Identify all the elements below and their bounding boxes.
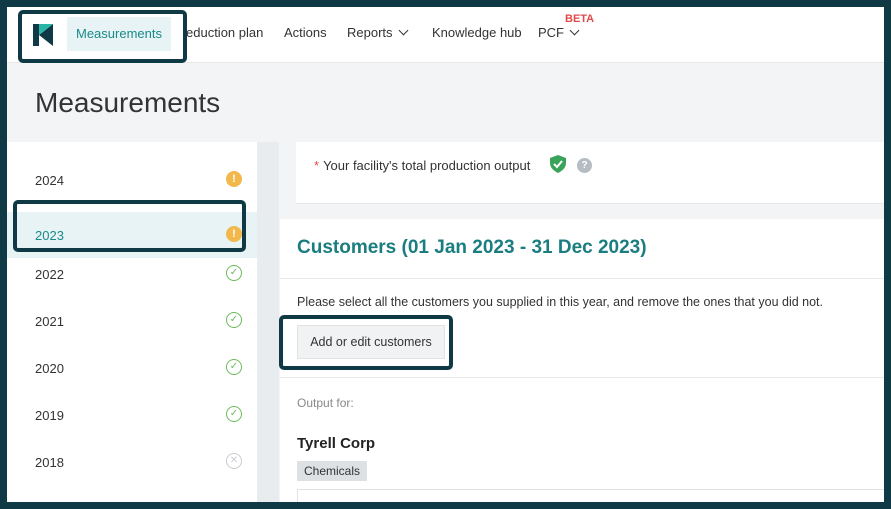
output-for-label: Output for:: [297, 396, 354, 410]
sidebar-item-2018[interactable]: 2018 ✕: [7, 439, 257, 485]
chevron-down-icon: [398, 25, 408, 36]
year-label: 2024: [35, 173, 64, 188]
check-circle-icon: ✓: [226, 265, 242, 281]
nav-actions[interactable]: Actions: [284, 25, 327, 40]
nav-knowledge-hub[interactable]: Knowledge hub: [432, 25, 522, 40]
year-label: 2019: [35, 408, 64, 423]
divider: [280, 377, 884, 378]
divider: [280, 278, 884, 279]
production-output-label[interactable]: * Your facility's total production output: [314, 158, 530, 173]
year-label: 2018: [35, 455, 64, 470]
production-output-text: Your facility's total production output: [323, 158, 531, 173]
customers-instruction: Please select all the customers you supp…: [297, 295, 824, 309]
nav-pcf-label: PCF: [538, 25, 564, 40]
warning-icon: !: [226, 171, 242, 187]
nav-production-plan[interactable]: eduction plan: [186, 25, 263, 40]
customer-tag: Chemicals: [297, 461, 368, 481]
beta-badge: BETA: [565, 13, 595, 25]
sidebar-item-2022[interactable]: 2022 ✓: [7, 251, 257, 297]
app-logo[interactable]: [19, 15, 63, 55]
nav-measurements[interactable]: Measurements: [67, 17, 171, 51]
chevron-down-icon: [569, 25, 580, 36]
nav-pcf[interactable]: PCF: [538, 25, 580, 40]
add-edit-customers-button[interactable]: Add or edit customers: [297, 325, 445, 359]
year-label: 2020: [35, 361, 64, 376]
production-panel: * Your facility's total production output…: [296, 142, 884, 204]
year-sidebar: 2024 ! 2023 ! 2022 ✓ 2021 ✓ 2020 ✓ 2019 …: [7, 142, 257, 502]
help-icon[interactable]: ?: [577, 158, 592, 173]
page-title: Measurements: [35, 87, 221, 118]
check-circle-icon: ✓: [226, 406, 242, 422]
year-label: 2022: [35, 267, 64, 282]
year-label: 2021: [35, 314, 64, 329]
x-circle-icon: ✕: [226, 453, 242, 469]
app-window: Measurements eduction plan Actions Repor…: [7, 7, 884, 502]
nav-reports[interactable]: Reports: [347, 25, 408, 40]
customers-title: Customers (01 Jan 2023 - 31 Dec 2023): [297, 237, 647, 258]
nav-reports-label: Reports: [347, 25, 393, 40]
warning-icon: !: [226, 226, 242, 242]
logo-icon: [33, 24, 53, 46]
customers-panel: Customers (01 Jan 2023 - 31 Dec 2023) Pl…: [280, 219, 884, 502]
shield-check-icon: [550, 155, 566, 173]
scroll-rail[interactable]: [257, 142, 279, 502]
required-mark: *: [314, 158, 320, 173]
sidebar-item-2019[interactable]: 2019 ✓: [7, 392, 257, 438]
check-circle-icon: ✓: [226, 312, 242, 328]
check-circle-icon: ✓: [226, 359, 242, 375]
sidebar-item-2020[interactable]: 2020 ✓: [7, 345, 257, 391]
top-nav: Measurements eduction plan Actions Repor…: [7, 7, 884, 63]
output-box: [297, 489, 884, 502]
sidebar-item-2021[interactable]: 2021 ✓: [7, 298, 257, 344]
customer-name: Tyrell Corp: [297, 435, 376, 452]
sidebar-item-2024[interactable]: 2024 !: [7, 157, 257, 203]
year-label: 2023: [35, 228, 64, 243]
